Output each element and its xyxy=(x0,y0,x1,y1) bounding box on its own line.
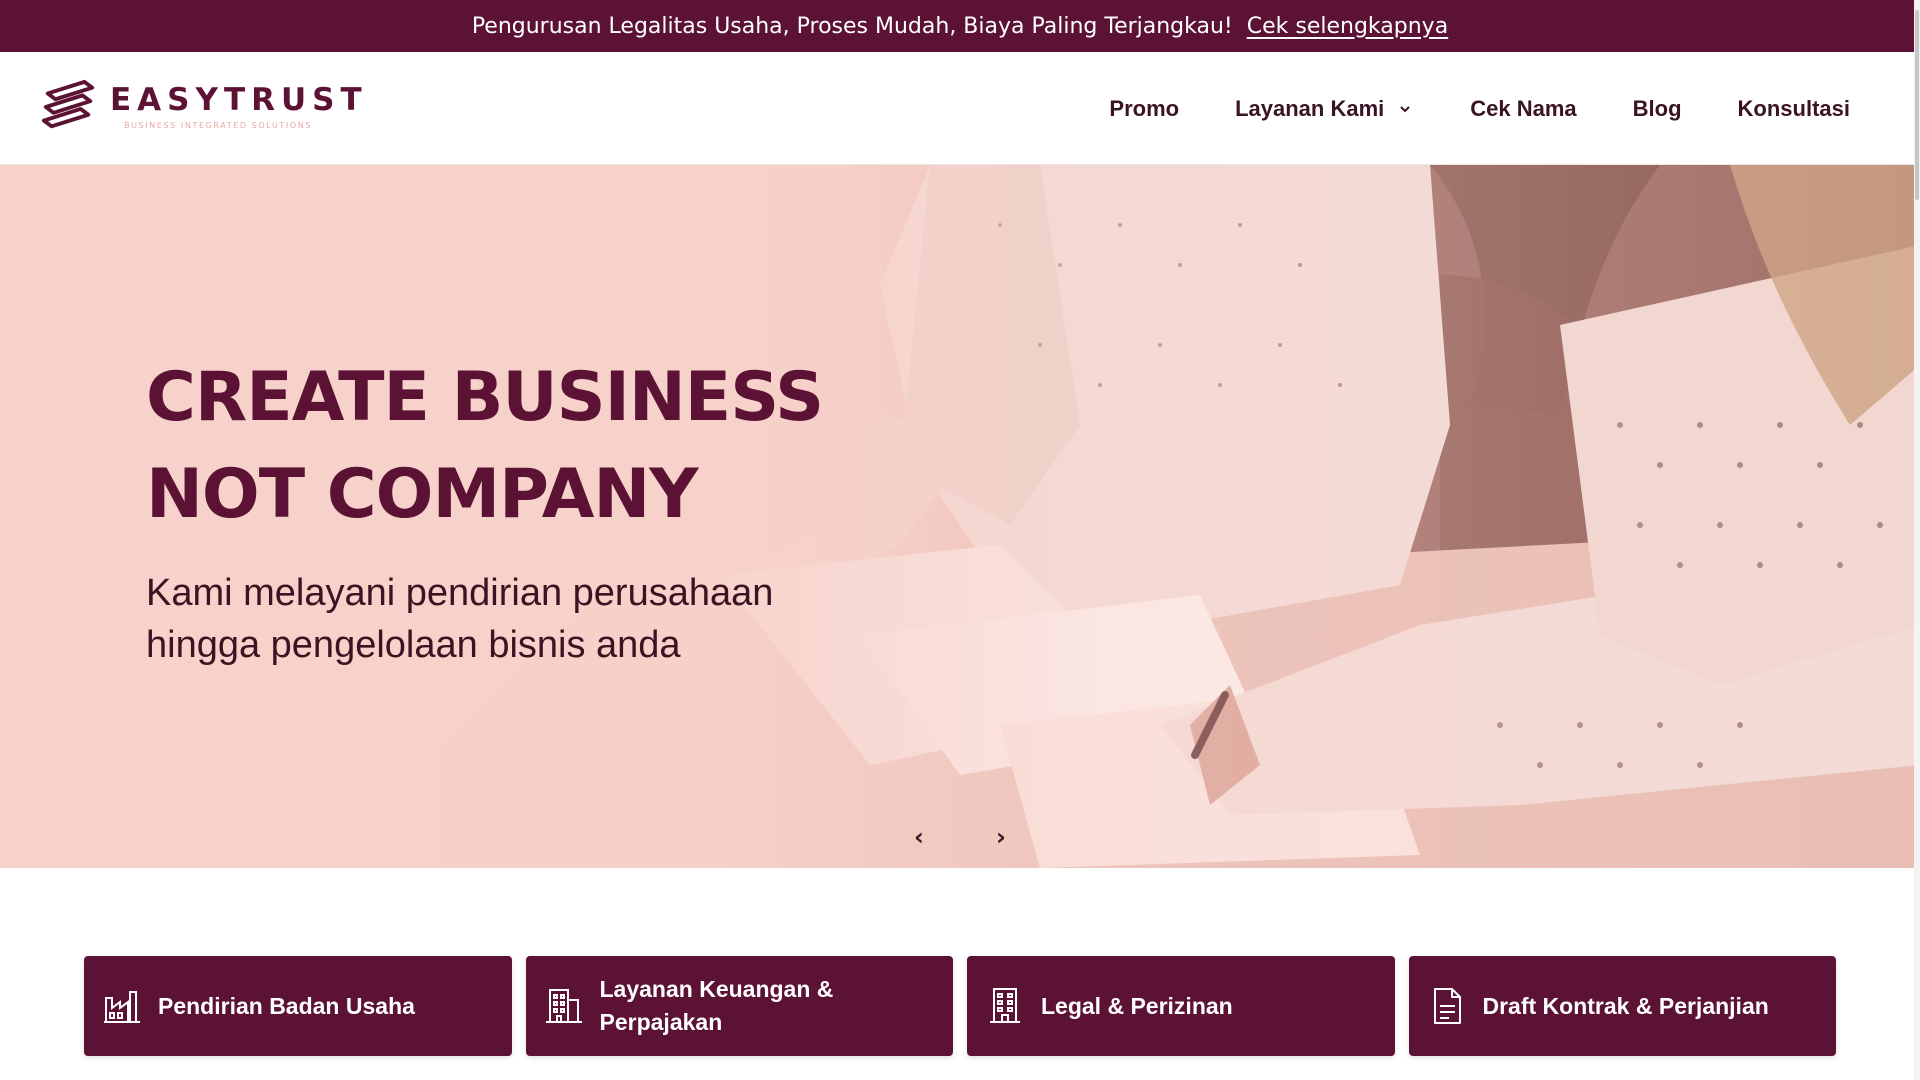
nav-label: Cek Nama xyxy=(1470,95,1577,121)
nav-label: Blog xyxy=(1632,95,1682,121)
carousel-prev-button[interactable]: ‹ xyxy=(914,823,924,851)
hero-subtitle: Kami melayani pendirian perusahaan hingg… xyxy=(146,572,774,666)
nav-item-layanan-kami[interactable]: Layanan Kami xyxy=(1235,96,1412,122)
service-card-label: Pendirian Badan Usaha xyxy=(158,992,415,1019)
nav-item-blog[interactable]: Blog xyxy=(1633,96,1682,122)
service-card-label: Legal & Perizinan xyxy=(1041,992,1233,1019)
nav-label: Konsultasi xyxy=(1737,95,1850,121)
office-building-icon xyxy=(990,988,1020,1023)
brand-mark-icon xyxy=(41,79,95,129)
service-cards: Pendirian Badan Usaha Layanan Keuangan &… xyxy=(84,956,1836,1056)
hero-title-line: CREATE BUSINESS xyxy=(146,358,824,437)
announcement-text: Pengurusan Legalitas Usaha, Proses Mudah… xyxy=(471,13,1233,39)
service-card-kontrak[interactable]: Draft Kontrak & Perjanjian xyxy=(1408,956,1836,1056)
hero-banner: CREATE BUSINESS NOT COMPANY Kami melayan… xyxy=(0,165,1920,868)
main-nav: Promo Layanan Kami Cek Nama Blog Konsult… xyxy=(1109,52,1920,165)
carousel-next-button[interactable]: › xyxy=(996,823,1006,851)
document-icon xyxy=(1433,988,1461,1024)
nav-label: Layanan Kami xyxy=(1235,95,1385,121)
hero-title-line: NOT COMPANY xyxy=(146,455,699,534)
service-card-label: Draft Kontrak & Perjanjian xyxy=(1482,992,1769,1019)
nav-label: Promo xyxy=(1109,95,1180,121)
nav-item-cek-nama[interactable]: Cek Nama xyxy=(1470,96,1576,122)
hero-title: CREATE BUSINESS NOT COMPANY xyxy=(146,349,824,543)
brand-text: EASYTRUST BUSINESS INTEGRATED SOLUTIONS xyxy=(110,81,368,130)
service-card-label: Layanan Keuangan & Perpajakan xyxy=(599,976,834,1035)
service-card-keuangan[interactable]: Layanan Keuangan & Perpajakan xyxy=(525,956,953,1056)
factory-icon xyxy=(104,991,140,1023)
brand-tagline: BUSINESS INTEGRATED SOLUTIONS xyxy=(124,120,313,130)
site-header: EASYTRUST BUSINESS INTEGRATED SOLUTIONS … xyxy=(0,52,1920,165)
building-icon xyxy=(545,989,582,1023)
brand-name: EASYTRUST xyxy=(110,81,368,118)
announcement-bar: Pengurusan Legalitas Usaha, Proses Mudah… xyxy=(0,0,1920,52)
chevron-down-icon xyxy=(1400,105,1410,112)
page-scrollbar[interactable] xyxy=(1914,0,1920,1080)
nav-item-promo[interactable]: Promo xyxy=(1109,96,1179,122)
nav-item-konsultasi[interactable]: Konsultasi xyxy=(1738,96,1850,122)
brand-logo[interactable]: EASYTRUST BUSINESS INTEGRATED SOLUTIONS xyxy=(40,77,368,137)
scrollbar-thumb[interactable] xyxy=(1915,10,1919,200)
service-card-pendirian[interactable]: Pendirian Badan Usaha xyxy=(84,956,512,1056)
service-card-legal[interactable]: Legal & Perizinan xyxy=(967,956,1395,1056)
announcement-link[interactable]: Cek selengkapnya xyxy=(1247,14,1448,39)
